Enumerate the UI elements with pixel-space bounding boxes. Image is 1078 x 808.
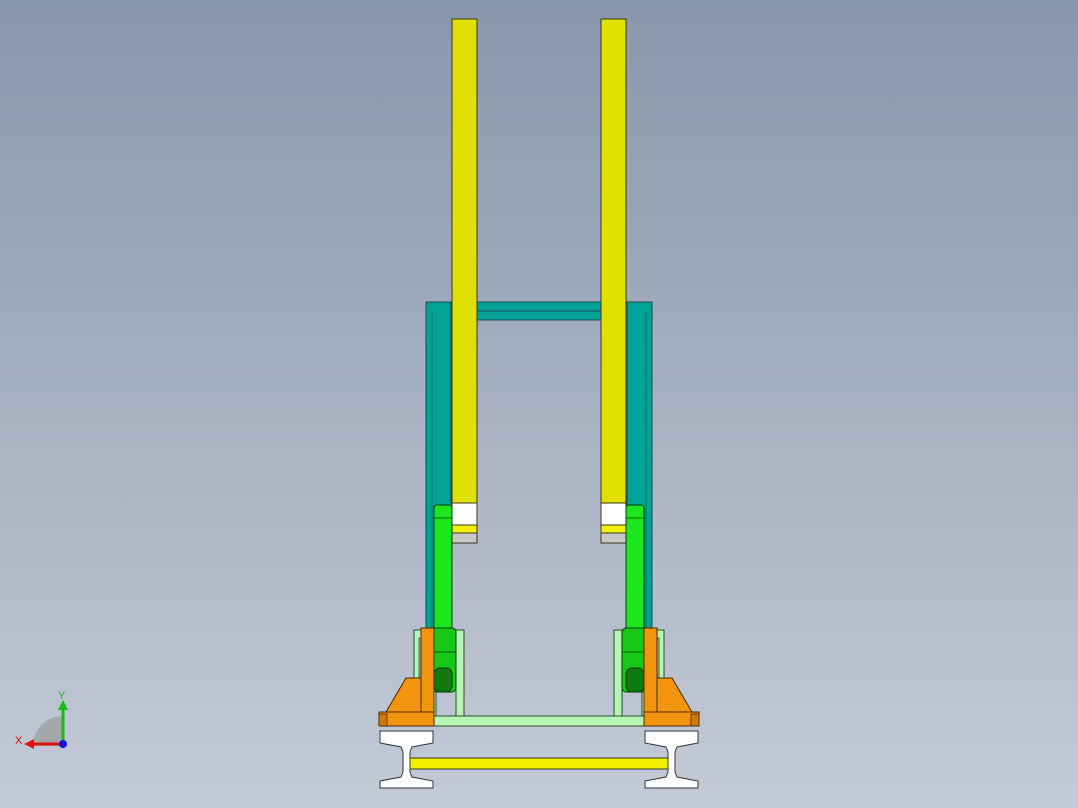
y-axis-label: Y	[58, 690, 66, 702]
orange-bracket-left[interactable]	[378, 627, 435, 727]
triad-plane-icon	[33, 716, 63, 746]
green-link-right[interactable]	[621, 504, 647, 693]
assembly-model[interactable]	[0, 0, 1078, 808]
orange-bracket-right[interactable]	[643, 627, 700, 727]
x-axis-label: X	[15, 735, 23, 747]
green-link-left[interactable]	[431, 504, 457, 693]
yellow-upright-right[interactable]	[600, 18, 627, 544]
cad-viewport[interactable]: Y X	[0, 0, 1078, 808]
yellow-bottom-bar[interactable]	[409, 757, 669, 770]
yellow-upright-left[interactable]	[451, 18, 478, 544]
coordinate-triad: Y X	[15, 690, 68, 749]
z-axis-dot-icon	[59, 740, 67, 748]
